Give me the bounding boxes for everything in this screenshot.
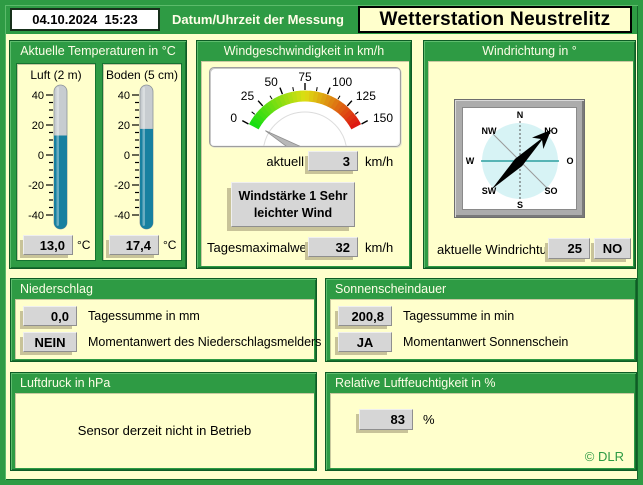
sunshine-sum-value: 200,8 bbox=[338, 306, 392, 326]
sunshine-now-label: Momentanwert Sonnenschein bbox=[403, 335, 568, 349]
panel-pressure-title: Luftdruck in hPa bbox=[11, 373, 316, 393]
weather-station-window: 04.10.2024 15:23 Datum/Uhrzeit der Messu… bbox=[0, 0, 643, 485]
panel-humidity: Relative Luftfeuchtigkeit in % 83 % © DL… bbox=[325, 372, 637, 471]
svg-text:40: 40 bbox=[118, 90, 130, 102]
precip-now-value: NEIN bbox=[23, 332, 77, 352]
precip-sum-value: 0,0 bbox=[23, 306, 77, 326]
svg-text:50: 50 bbox=[264, 75, 278, 89]
panel-precipitation: Niederschlag 0,0 Tagessumme in mm NEIN M… bbox=[10, 278, 317, 362]
compass-label-s: S bbox=[516, 200, 522, 209]
precip-sum-label: Tagessumme in mm bbox=[88, 309, 200, 323]
top-bar: 04.10.2024 15:23 Datum/Uhrzeit der Messu… bbox=[5, 5, 638, 34]
panel-wind-speed-title: Windgeschwindigkeit in km/h bbox=[197, 41, 411, 61]
humidity-value: 83 bbox=[359, 409, 413, 430]
compass-label-nw: NW bbox=[481, 126, 496, 136]
wind-speed-gauge-svg: 0 25 50 75 100 125 150 bbox=[210, 68, 400, 146]
compass-label-w: W bbox=[465, 156, 474, 166]
panel-wind-speed: Windgeschwindigkeit in km/h 0 25 50 75 100 12… bbox=[196, 40, 412, 269]
soil-sensor-label: Boden (5 cm) bbox=[103, 68, 181, 82]
copyright-dlr: © DLR bbox=[585, 449, 624, 464]
thermometer-air-gauge: -40 -20 0 20 40 bbox=[19, 83, 93, 235]
air-sensor-label: Luft (2 m) bbox=[17, 68, 95, 82]
datetime-display: 04.10.2024 15:23 bbox=[10, 8, 160, 31]
compass-label-o: O bbox=[566, 156, 573, 166]
svg-text:20: 20 bbox=[118, 120, 130, 132]
svg-text:125: 125 bbox=[356, 89, 376, 103]
panel-temperatures: Aktuelle Temperaturen in °C Luft (2 m) -… bbox=[9, 40, 187, 269]
svg-text:100: 100 bbox=[332, 75, 352, 89]
pressure-status-text: Sensor derzeit nicht in Betrieb bbox=[15, 393, 314, 468]
wind-direction-label: aktuelle Windrichtung bbox=[437, 242, 561, 257]
panel-sunshine: Sonnenscheindauer 200,8 Tagessumme in mi… bbox=[325, 278, 637, 362]
svg-text:-20: -20 bbox=[114, 180, 130, 192]
panel-wind-direction: Windrichtung in ° N NO O SO bbox=[423, 40, 636, 269]
wind-current-label: aktuell bbox=[201, 154, 304, 169]
panel-humidity-title: Relative Luftfeuchtigkeit in % bbox=[326, 373, 636, 393]
svg-text:25: 25 bbox=[241, 89, 255, 103]
svg-text:0: 0 bbox=[38, 150, 44, 162]
datetime-label: Datum/Uhrzeit der Messung bbox=[172, 5, 344, 34]
compass-label-so: SO bbox=[544, 186, 557, 196]
soil-temp-unit: °C bbox=[163, 238, 176, 252]
humidity-unit: % bbox=[423, 412, 435, 427]
compass-rose: N NO O SO S SW W NW bbox=[464, 109, 576, 209]
sunshine-now-value: JA bbox=[338, 332, 392, 352]
thermometer-soil-gauge: -40 -20 0 20 40 bbox=[105, 83, 179, 235]
thermometer-air-panel: Luft (2 m) -40 -20 0 20 40 13,0 °C bbox=[16, 63, 96, 261]
wind-max-value: 32 bbox=[308, 237, 358, 257]
air-temp-value: 13,0 bbox=[23, 235, 73, 255]
svg-text:0: 0 bbox=[124, 150, 130, 162]
svg-text:-40: -40 bbox=[114, 210, 130, 222]
panel-pressure: Luftdruck in hPa Sensor derzeit nicht in… bbox=[10, 372, 317, 471]
wind-direction-value: 25 bbox=[548, 238, 590, 259]
wind-max-label: Tagesmaximalwert bbox=[207, 240, 315, 255]
compass: N NO O SO S SW W NW bbox=[454, 99, 585, 218]
svg-text:-20: -20 bbox=[28, 180, 44, 192]
soil-temp-value: 17,4 bbox=[109, 235, 159, 255]
beaufort-indicator: Windstärke 1 Sehr leichter Wind bbox=[231, 182, 355, 227]
thermometer-soil-panel: Boden (5 cm) -40 -20 0 20 40 17,4 °C bbox=[102, 63, 182, 261]
compass-label-n: N bbox=[516, 110, 523, 120]
svg-text:20: 20 bbox=[32, 120, 44, 132]
wind-max-unit: km/h bbox=[365, 240, 393, 255]
precip-now-label: Momentanwert des Niederschlagsmelders bbox=[88, 335, 321, 349]
wind-direction-sector: NO bbox=[594, 238, 631, 259]
svg-text:150: 150 bbox=[373, 111, 393, 125]
sunshine-sum-label: Tagessumme in min bbox=[403, 309, 514, 323]
wind-current-value: 3 bbox=[308, 151, 358, 171]
panel-precipitation-title: Niederschlag bbox=[11, 279, 316, 299]
svg-text:-40: -40 bbox=[28, 210, 44, 222]
air-temp-unit: °C bbox=[77, 238, 90, 252]
panel-sunshine-title: Sonnenscheindauer bbox=[326, 279, 636, 299]
panel-wind-direction-title: Windrichtung in ° bbox=[424, 41, 635, 61]
svg-text:40: 40 bbox=[32, 90, 44, 102]
svg-text:0: 0 bbox=[230, 111, 237, 125]
compass-label-sw: SW bbox=[481, 186, 496, 196]
wind-current-unit: km/h bbox=[365, 154, 393, 169]
wind-speed-dial: 0 25 50 75 100 125 150 bbox=[209, 67, 401, 147]
panel-temperatures-title: Aktuelle Temperaturen in °C bbox=[10, 41, 186, 61]
station-title: Wetterstation Neustrelitz bbox=[358, 6, 632, 33]
svg-text:75: 75 bbox=[298, 70, 312, 84]
